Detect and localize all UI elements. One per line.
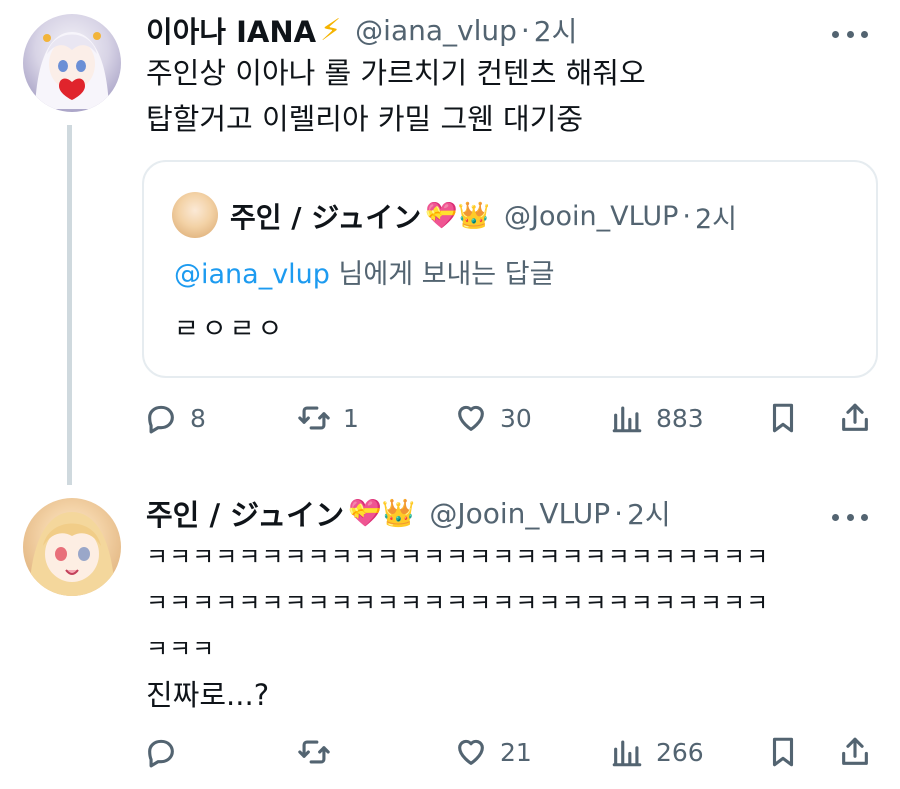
like-button[interactable]: 21: [454, 729, 532, 775]
tweet-text-line: ㅋㅋㅋ: [146, 635, 216, 663]
separator-dot: ·: [682, 200, 691, 232]
author-name[interactable]: 주인 / ジュイン: [146, 492, 344, 534]
timestamp[interactable]: 2시: [627, 493, 671, 533]
bookmark-button[interactable]: [766, 395, 800, 441]
reply-count: 8: [190, 403, 206, 433]
retweet-count: 1: [343, 403, 359, 433]
views-chart-icon: [612, 406, 642, 433]
quoted-tweet-header: 주인 / ジュイン 💝👑 @Jooin_VLUP · 2시: [230, 192, 737, 240]
reply-button[interactable]: 8: [144, 395, 206, 441]
tweet-text: 주인상 이아나 롤 가르치기 컨텐츠 해줘오 탑할거고 이렐리아 카밀 그웬 대…: [146, 50, 646, 142]
bookmark-button[interactable]: [766, 729, 800, 775]
quoted-tweet[interactable]: 주인 / ジュイン 💝👑 @Jooin_VLUP · 2시 @iana_vlup…: [142, 160, 878, 378]
views-chart-icon: [612, 740, 642, 767]
tweet-header: 주인 / ジュイン 💝👑 @Jooin_VLUP · 2시: [146, 493, 671, 533]
author-handle[interactable]: @iana_vlup: [355, 14, 517, 47]
like-button[interactable]: 30: [454, 395, 532, 441]
tweet-text-line: ㅋㅋㅋㅋㅋㅋㅋㅋㅋㅋㅋㅋㅋㅋㅋㅋㅋㅋㅋㅋㅋㅋㅋㅋㅋㅋㅋ: [146, 543, 770, 571]
reply-icon: [148, 739, 174, 768]
like-count: 21: [500, 737, 532, 767]
tweet-iana[interactable]: 이아나 IANA ⚡ @iana_vlup · 2시 주인상 이아나 롤 가르치…: [0, 0, 900, 485]
replying-to: @iana_vlup 님에게 보내는 답글: [174, 252, 554, 291]
reply-mention-link[interactable]: @iana_vlup: [174, 259, 330, 290]
author-name[interactable]: 이아나 IANA: [146, 9, 316, 51]
like-count: 30: [500, 403, 532, 433]
lightning-icon: ⚡: [320, 12, 342, 48]
share-button[interactable]: [838, 395, 872, 441]
quoted-tweet-text: ㄹㅇㄹㅇ: [174, 314, 286, 345]
tweet-text: ㅋㅋㅋㅋㅋㅋㅋㅋㅋㅋㅋㅋㅋㅋㅋㅋㅋㅋㅋㅋㅋㅋㅋㅋㅋㅋㅋ ㅋㅋㅋㅋㅋㅋㅋㅋㅋㅋㅋㅋ…: [146, 534, 769, 718]
action-bar: 8 1 30 883: [142, 395, 882, 441]
timestamp[interactable]: 2시: [534, 10, 578, 50]
avatar-jooin-small: [172, 192, 218, 238]
reply-button[interactable]: [144, 729, 190, 775]
quoted-author-handle: @Jooin_VLUP: [504, 200, 679, 232]
heart-icon: [458, 739, 484, 765]
more-options-icon[interactable]: [832, 511, 868, 523]
action-bar: 21 266: [142, 729, 882, 775]
tweet-text-line: 주인상 이아나 롤 가르치기 컨텐츠 해줘오: [146, 56, 646, 90]
heart-crown-emojis: 💝👑: [425, 201, 491, 231]
author-handle[interactable]: @Jooin_VLUP: [429, 497, 610, 530]
separator-dot: ·: [520, 13, 530, 47]
thread-line: [67, 125, 72, 485]
share-icon: [842, 403, 868, 431]
retweet-button[interactable]: 1: [297, 395, 359, 441]
avatar-iana[interactable]: [23, 14, 121, 112]
quoted-timestamp: 2시: [694, 203, 737, 235]
share-button[interactable]: [838, 729, 872, 775]
reply-icon: [148, 405, 174, 434]
avatar-jooin[interactable]: [23, 498, 121, 596]
views-button[interactable]: 266: [610, 729, 704, 775]
share-icon: [842, 737, 868, 765]
tweet-header: 이아나 IANA ⚡ @iana_vlup · 2시: [146, 10, 577, 50]
separator-dot: ·: [614, 496, 624, 530]
view-count: 883: [656, 403, 704, 433]
bookmark-icon: [772, 737, 794, 767]
tweet-text-line: 탑할거고 이렐리아 카밀 그웬 대기중: [146, 102, 584, 136]
retweet-icon: [298, 406, 330, 430]
heart-icon: [458, 405, 484, 431]
view-count: 266: [656, 737, 704, 767]
views-button[interactable]: 883: [610, 395, 704, 441]
tweet-text-line: ㅋㅋㅋㅋㅋㅋㅋㅋㅋㅋㅋㅋㅋㅋㅋㅋㅋㅋㅋㅋㅋㅋㅋㅋㅋㅋㅋ: [146, 589, 770, 617]
retweet-icon: [298, 740, 330, 764]
bookmark-icon: [772, 403, 794, 433]
heart-crown-emojis: 💝👑: [348, 498, 416, 529]
more-options-icon[interactable]: [832, 28, 868, 40]
quoted-author-name: 주인 / ジュイン: [230, 201, 422, 234]
reply-suffix: 님에게 보내는 답글: [329, 259, 555, 290]
retweet-button[interactable]: [297, 729, 343, 775]
tweet-text-line: 진짜로...?: [146, 678, 270, 712]
tweet-jooin[interactable]: 주인 / ジュイン 💝👑 @Jooin_VLUP · 2시 ㅋㅋㅋㅋㅋㅋㅋㅋㅋㅋ…: [0, 478, 900, 789]
